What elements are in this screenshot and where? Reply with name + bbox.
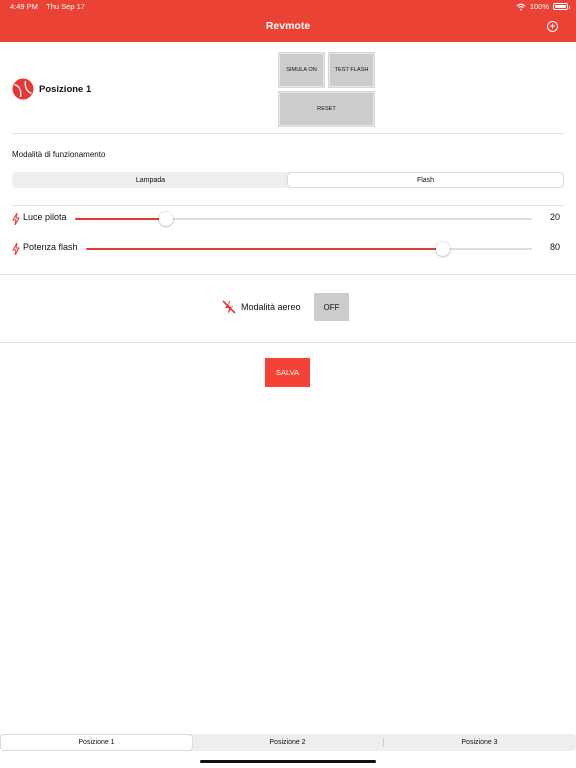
- position-header: Posizione 1: [12, 78, 91, 100]
- test-flash-button[interactable]: TEST FLASH: [329, 53, 374, 87]
- divider: [0, 274, 576, 275]
- slider-value: 80: [549, 242, 560, 252]
- lightning-icon: [12, 243, 20, 255]
- airplane-mode-label: Modalità aereo: [241, 302, 301, 312]
- slider-value: 20: [549, 212, 560, 222]
- simula-on-button[interactable]: SIMULA ON: [279, 53, 324, 87]
- tab-posizione-2[interactable]: Posizione 2: [192, 735, 383, 750]
- slider-fill: [86, 248, 443, 250]
- status-bar-right: 100%: [516, 2, 570, 11]
- position-title: Posizione 1: [39, 83, 92, 95]
- save-button[interactable]: SALVA: [265, 358, 310, 387]
- slider-luce-pilota: Luce pilota 20: [12, 212, 564, 226]
- nav-title: Revmote: [265, 20, 311, 32]
- add-icon[interactable]: +: [547, 21, 558, 32]
- mode-option-lampada[interactable]: Lampada: [13, 173, 288, 187]
- wifi-icon: [516, 3, 526, 10]
- mode-label: Modalità di funzionamento: [12, 150, 106, 159]
- app-header: 4:49 PM Thu Sep 17 100% Revmote +: [0, 0, 576, 42]
- position-tab-bar: Posizione 1 Posizione 2 Posizione 3: [0, 734, 576, 751]
- status-time: 4:49 PM: [10, 2, 38, 11]
- divider: [12, 133, 564, 134]
- tab-posizione-1[interactable]: Posizione 1: [1, 735, 192, 750]
- airplane-mode-toggle[interactable]: OFF: [314, 293, 349, 321]
- slider-fill: [75, 218, 167, 220]
- slider-thumb[interactable]: [435, 242, 450, 256]
- mode-option-flash[interactable]: Flash: [288, 173, 563, 187]
- divider: [0, 342, 576, 343]
- home-indicator: [200, 760, 376, 763]
- mode-segmented-control: Lampada Flash: [12, 172, 564, 188]
- status-date: Thu Sep 17: [46, 2, 85, 11]
- tennis-ball-icon: [12, 78, 34, 100]
- tab-posizione-3[interactable]: Posizione 3: [384, 735, 575, 750]
- reset-button[interactable]: RESET: [279, 92, 374, 126]
- slider-thumb[interactable]: [159, 212, 174, 226]
- lightning-icon: [12, 213, 20, 225]
- no-flash-icon: [222, 299, 236, 314]
- divider: [12, 205, 564, 206]
- slider-potenza-flash: Potenza flash 80: [12, 242, 564, 256]
- battery-icon: [553, 3, 570, 10]
- status-bar-left: 4:49 PM Thu Sep 17: [10, 2, 85, 11]
- battery-percent: 100%: [529, 2, 549, 11]
- slider-track[interactable]: [75, 212, 532, 226]
- slider-track[interactable]: [86, 242, 532, 256]
- slider-label: Potenza flash: [23, 242, 78, 252]
- slider-label: Luce pilota: [23, 212, 67, 222]
